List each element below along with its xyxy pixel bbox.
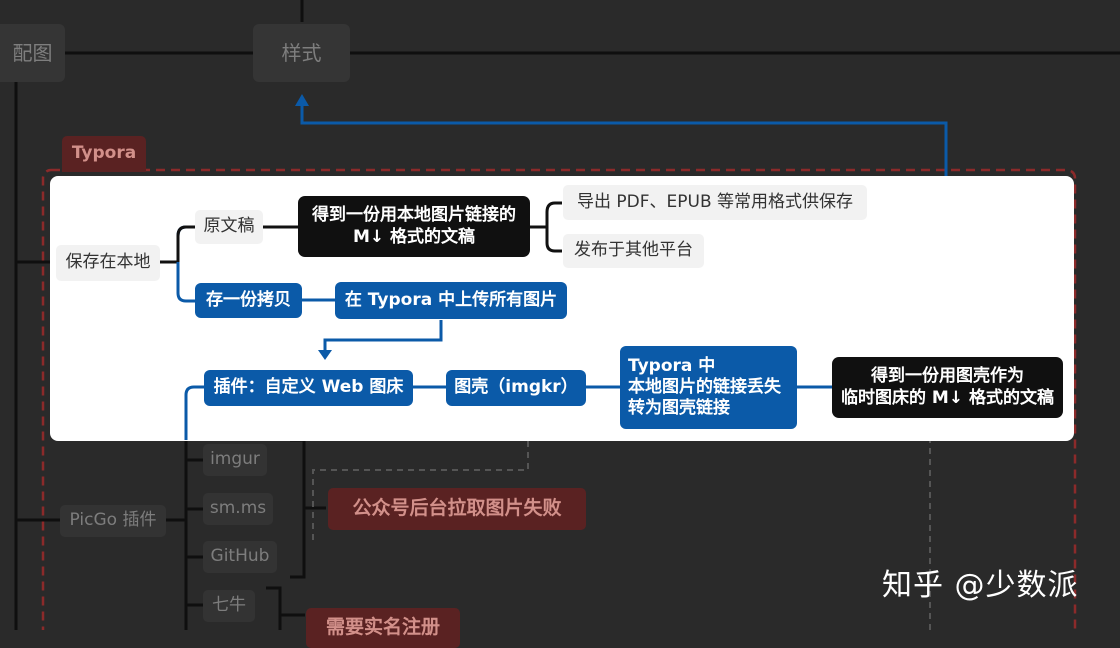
node-result-line2: 临时图床的 M↓ 格式的文稿 [841,387,1054,408]
watermark: 知乎 @少数派 [882,568,1079,603]
node-typora-links-line1: Typora 中 [628,355,716,376]
node-local-md-line1: 得到一份用本地图片链接的 [312,205,516,226]
node-result: 得到一份用图壳作为 临时图床的 M↓ 格式的文稿 [832,357,1063,418]
node-result-line1: 得到一份用图壳作为 [871,366,1024,387]
node-copy: 存一份拷贝 [195,283,302,318]
node-typora-links-line2: 本地图片的链接丢失 [628,376,781,397]
node-publish: 发布于其他平台 [563,234,704,268]
node-original-doc: 原文稿 [195,210,263,244]
node-typora-links: Typora 中 本地图片的链接丢失 转为图壳链接 [620,346,797,429]
node-save-local: 保存在本地 [56,245,160,281]
node-typora-links-line3: 转为图壳链接 [628,398,730,419]
node-plugin: 插件：自定义 Web 图床 [204,370,413,406]
node-local-md: 得到一份用本地图片链接的 M↓ 格式的文稿 [298,196,530,257]
node-imgkr: 图壳（imgkr） [446,370,586,406]
node-upload: 在 Typora 中上传所有图片 [335,282,567,319]
node-export: 导出 PDF、EPUB 等常用格式供保存 [563,185,867,220]
node-local-md-line2: M↓ 格式的文稿 [352,226,476,247]
